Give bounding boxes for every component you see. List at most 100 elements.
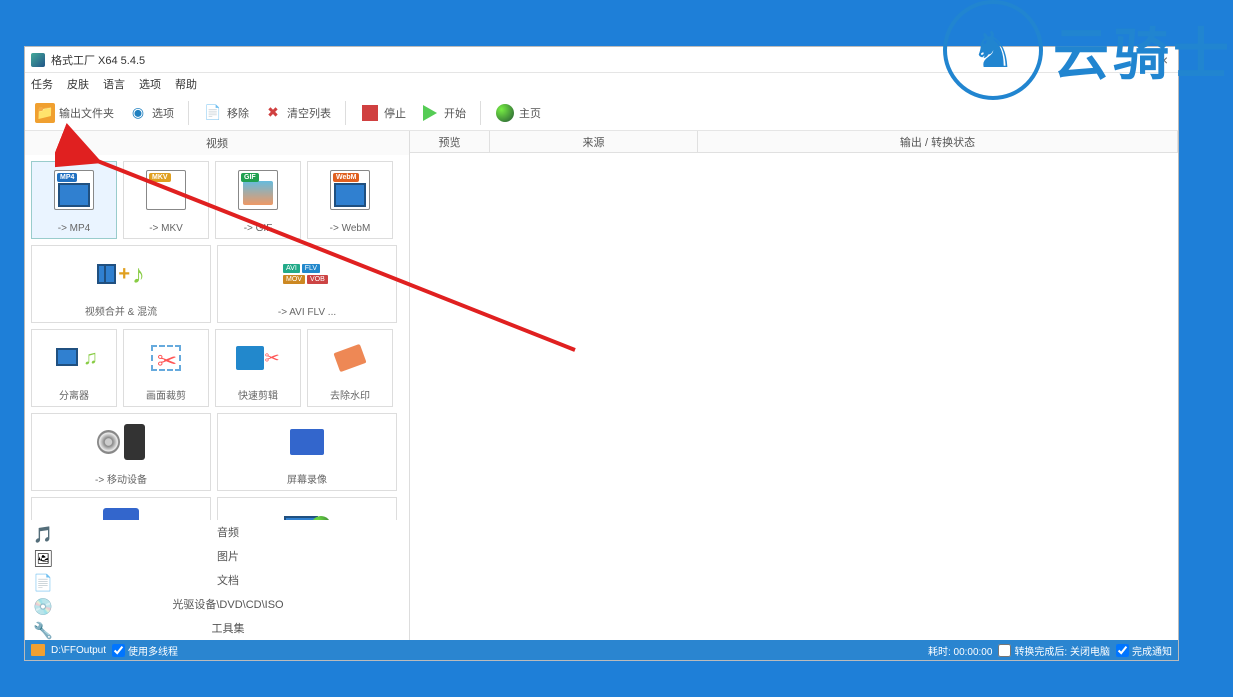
tile-merge[interactable]: +♪ 视频合并 & 混流	[31, 245, 211, 323]
category-disc[interactable]: 💿 光驱设备\DVD\CD\ISO	[25, 592, 409, 616]
clear-icon: ✖	[263, 103, 283, 123]
tile-fastedit-label: 快速剪辑	[220, 387, 296, 402]
tile-avi-label: -> AVI FLV ...	[222, 307, 392, 318]
tile-webm-label: -> WebM	[312, 223, 388, 234]
shutdown-check[interactable]: 转换完成后: 关闭电脑	[998, 643, 1110, 658]
clear-label: 清空列表	[287, 105, 331, 121]
tile-webm[interactable]: WebM -> WebM	[307, 161, 393, 239]
watermark-text: 云骑士	[1053, 10, 1233, 91]
menu-skin[interactable]: 皮肤	[67, 76, 89, 92]
tile-watermark-label: 去除水印	[312, 387, 388, 402]
remove-button[interactable]: 📄 移除	[199, 101, 253, 125]
toolbar: 📁 输出文件夹 ◉ 选项 📄 移除 ✖ 清空列表 停止 开始 主页	[25, 95, 1178, 131]
col-preview[interactable]: 预览	[410, 131, 490, 152]
shutdown-label: 转换完成后: 关闭电脑	[1014, 643, 1110, 658]
tile-mp4[interactable]: MP4 -> MP4	[31, 161, 117, 239]
crop-icon: ✂	[142, 336, 190, 380]
main-area: 视频 MP4 -> MP4 MKV -> MKV GIF -> GIF	[25, 131, 1178, 640]
options-button[interactable]: ◉ 选项	[124, 101, 178, 125]
tile-mkv-label: -> MKV	[128, 223, 204, 234]
notify-label: 完成通知	[1132, 643, 1172, 658]
tile-watermark[interactable]: 去除水印	[307, 329, 393, 407]
tile-crop[interactable]: ✂ 画面裁剪	[123, 329, 209, 407]
menu-task[interactable]: 任务	[31, 76, 53, 92]
category-tools[interactable]: 🔧 工具集	[25, 616, 409, 640]
category-list: 🎵 音频 🖼图片 📄文档 💿 光驱设备\DVD\CD\ISO 🔧 工具集	[25, 520, 409, 640]
start-button[interactable]: 开始	[416, 101, 470, 125]
multithread-checkbox[interactable]	[112, 644, 125, 657]
cat-label: 光驱设备\DVD\CD\ISO	[55, 596, 401, 612]
cat-label: 音频	[55, 524, 401, 540]
tile-screenrec[interactable]: 屏幕录像	[217, 413, 397, 491]
app-icon	[31, 53, 45, 67]
left-panel: 视频 MP4 -> MP4 MKV -> MKV GIF -> GIF	[25, 131, 410, 640]
mkv-file-icon: MKV	[142, 168, 190, 212]
elapsed-time: 耗时: 00:00:00	[928, 643, 992, 658]
multiformat-icon: AVIFLVMOVVOB	[283, 252, 331, 296]
menu-options[interactable]: 选项	[139, 76, 161, 92]
tile-avi[interactable]: AVIFLVMOVVOB -> AVI FLV ...	[217, 245, 397, 323]
disc-icon: 💿	[33, 597, 47, 611]
tile-mp4-label: -> MP4	[36, 223, 112, 234]
tools-icon: 🔧	[33, 621, 47, 635]
cat-label: 工具集	[55, 620, 401, 636]
right-panel: 预览 来源 输出 / 转换状态	[410, 131, 1178, 640]
start-label: 开始	[444, 105, 466, 121]
col-source[interactable]: 来源	[490, 131, 698, 152]
output-folder-button[interactable]: 📁 输出文件夹	[31, 101, 118, 125]
stop-button[interactable]: 停止	[356, 101, 410, 125]
clear-list-button[interactable]: ✖ 清空列表	[259, 101, 335, 125]
audio-icon: 🎵	[33, 525, 47, 539]
globe-icon	[495, 103, 515, 123]
cat-label: 文档	[55, 572, 401, 588]
category-document[interactable]: 📄文档	[25, 568, 409, 592]
tile-gif[interactable]: GIF -> GIF	[215, 161, 301, 239]
folder-icon: 📁	[35, 103, 55, 123]
tile-fastedit[interactable]: ✂ 快速剪辑	[215, 329, 301, 407]
tile-splitter-label: 分离器	[36, 387, 112, 402]
tile-mobile-label: -> 移动设备	[36, 471, 206, 486]
remove-icon: 📄	[203, 103, 223, 123]
tile-player[interactable]: 格式播放器	[31, 497, 211, 520]
output-folder-label: 输出文件夹	[59, 105, 114, 121]
tile-mobile[interactable]: -> 移动设备	[31, 413, 211, 491]
folder-icon[interactable]	[31, 644, 45, 656]
tile-screenrec-label: 屏幕录像	[222, 471, 392, 486]
download-icon	[283, 504, 331, 520]
watermark: ♞ 云骑士	[943, 0, 1233, 100]
app-window: 格式工厂 X64 5.4.5 × 任务 皮肤 语言 选项 帮助 📁 输出文件夹 …	[24, 46, 1179, 661]
notify-check[interactable]: 完成通知	[1116, 643, 1172, 658]
menu-help[interactable]: 帮助	[175, 76, 197, 92]
image-icon: 🖼	[33, 549, 47, 563]
gif-file-icon: GIF	[234, 168, 282, 212]
home-label: 主页	[519, 105, 541, 121]
multithread-label: 使用多线程	[128, 643, 178, 658]
tile-splitter[interactable]: ♫ 分离器	[31, 329, 117, 407]
tile-crop-label: 画面裁剪	[128, 387, 204, 402]
knight-icon: ♞	[971, 21, 1016, 79]
tile-download[interactable]: 视频下载	[217, 497, 397, 520]
mobile-icon	[97, 420, 145, 464]
notify-checkbox[interactable]	[1116, 644, 1129, 657]
multithread-check[interactable]: 使用多线程	[112, 643, 178, 658]
tiles-area: MP4 -> MP4 MKV -> MKV GIF -> GIF WebM ->…	[25, 155, 409, 520]
options-label: 选项	[152, 105, 174, 121]
category-image[interactable]: 🖼图片	[25, 544, 409, 568]
col-status[interactable]: 输出 / 转换状态	[698, 131, 1178, 152]
screen-record-icon	[283, 420, 331, 464]
section-video[interactable]: 视频	[25, 131, 409, 155]
statusbar: D:\FFOutput 使用多线程 耗时: 00:00:00 转换完成后: 关闭…	[25, 640, 1178, 660]
task-list-empty	[410, 153, 1178, 640]
separator	[345, 101, 346, 125]
play-icon	[420, 103, 440, 123]
output-path[interactable]: D:\FFOutput	[51, 645, 106, 656]
webm-file-icon: WebM	[326, 168, 374, 212]
menu-language[interactable]: 语言	[103, 76, 125, 92]
shutdown-checkbox[interactable]	[998, 644, 1011, 657]
merge-icon: +♪	[97, 252, 145, 296]
home-button[interactable]: 主页	[491, 101, 545, 125]
player-icon	[97, 504, 145, 520]
tile-merge-label: 视频合并 & 混流	[36, 303, 206, 318]
category-audio[interactable]: 🎵 音频	[25, 520, 409, 544]
tile-mkv[interactable]: MKV -> MKV	[123, 161, 209, 239]
